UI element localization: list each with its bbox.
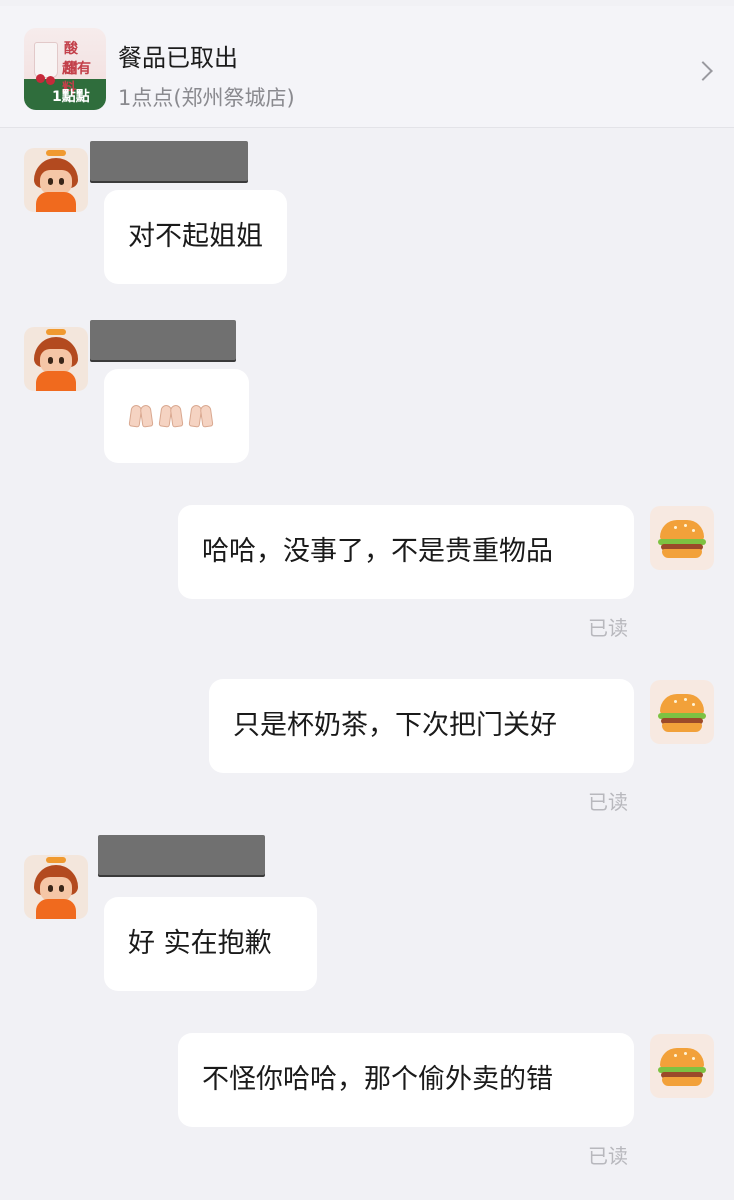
courier-avatar[interactable]: [24, 148, 88, 212]
chat-header[interactable]: 酸 甜 超有料 1點點 餐品已取出 1点点(郑州祭城店): [0, 6, 734, 128]
strawberry-icon: [46, 76, 55, 85]
burger-avatar[interactable]: [650, 680, 714, 744]
shop-name: 1点点(郑州祭城店): [118, 86, 295, 110]
burger-avatar[interactable]: [650, 506, 714, 570]
read-status: 已读: [588, 1144, 628, 1168]
order-status-title: 餐品已取出: [118, 44, 238, 72]
shop-thumbnail[interactable]: 酸 甜 超有料 1點點: [24, 28, 106, 110]
message-bubble-received[interactable]: [104, 369, 249, 463]
redacted-sender-name: [98, 835, 265, 875]
folded-hands-icon: [128, 403, 154, 429]
read-status: 已读: [588, 616, 628, 640]
folded-hands-icon: [188, 403, 214, 429]
message-bubble-sent[interactable]: 只是杯奶茶，下次把门关好: [209, 679, 634, 773]
strawberry-icon: [36, 74, 45, 83]
message-bubble-sent[interactable]: 不怪你哈哈，那个偷外卖的错: [178, 1033, 634, 1127]
redacted-sender-name: [90, 141, 248, 181]
message-bubble-received[interactable]: 对不起姐姐: [104, 190, 287, 284]
redacted-sender-name: [90, 320, 236, 360]
folded-hands-icon: [158, 403, 184, 429]
courier-avatar[interactable]: [24, 855, 88, 919]
milk-tea-cup-icon: [34, 42, 58, 78]
courier-avatar[interactable]: [24, 327, 88, 391]
burger-avatar[interactable]: [650, 1034, 714, 1098]
message-bubble-received[interactable]: 好 实在抱歉: [104, 897, 317, 991]
message-bubble-sent[interactable]: 哈哈，没事了，不是贵重物品: [178, 505, 634, 599]
chevron-right-icon[interactable]: [693, 61, 713, 81]
read-status: 已读: [588, 790, 628, 814]
brand-logo: 1點點: [52, 89, 90, 105]
emoji-row: [128, 369, 225, 463]
